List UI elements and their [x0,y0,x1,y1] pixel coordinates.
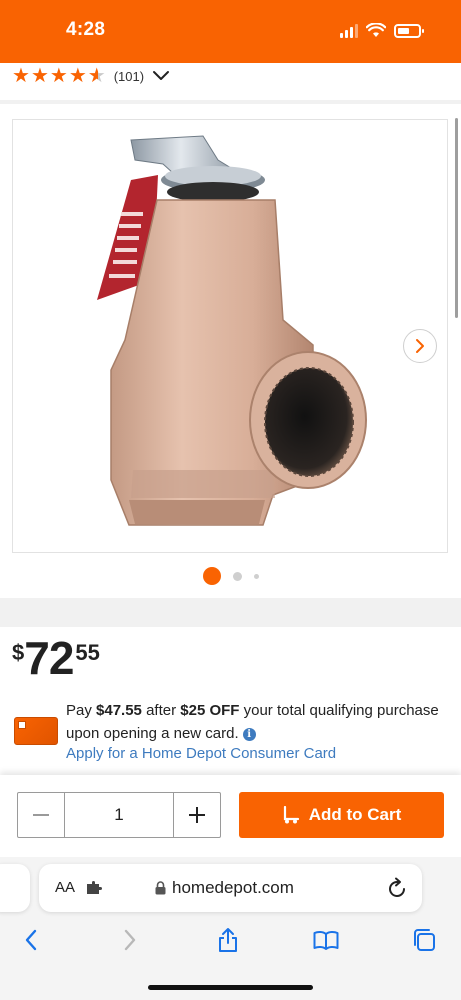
price-dollars: 72 [24,632,74,684]
dolly-icon [283,806,299,824]
back-button[interactable] [9,918,53,962]
price-cents: 55 [75,640,100,665]
lock-icon [155,881,166,895]
carousel-dot[interactable] [253,573,259,579]
promo-discount: $25 OFF [180,702,240,719]
promo-amount: $47.55 [96,702,142,719]
browser-toolbar [0,918,461,962]
url-display[interactable]: homedepot.com [155,878,294,898]
star-icon: ★ [49,65,68,87]
minus-icon [33,814,49,816]
url-text: homedepot.com [172,878,294,897]
home-depot-logo-icon [18,721,26,729]
home-indicator [148,985,313,990]
star-rating: ★ ★ ★ ★ ★ [12,66,106,86]
review-count[interactable]: (101) [114,69,144,84]
status-icons [340,23,424,38]
tabs-button[interactable] [402,918,446,962]
bookmarks-button[interactable] [304,918,348,962]
book-icon [313,930,339,950]
decrease-quantity-button[interactable] [18,793,64,837]
status-time: 4:28 [66,19,106,40]
quantity-input[interactable]: 1 [64,793,174,837]
chevron-down-icon[interactable] [152,70,170,82]
promo-text: Pay $47.55 after $25 OFF your total qual… [66,702,439,742]
info-icon[interactable]: i [242,728,256,741]
increase-quantity-button[interactable] [174,793,220,837]
credit-card-image [14,717,58,745]
product-image[interactable] [12,119,448,553]
back-chevron-icon [25,929,37,951]
add-to-cart-label: Add to Cart [308,805,402,824]
extension-icon[interactable] [86,881,102,895]
forward-button[interactable] [108,918,152,962]
share-button[interactable] [206,918,250,962]
add-to-cart-button[interactable]: Add to Cart [239,792,444,838]
forward-chevron-icon [124,929,136,951]
carousel-dot[interactable] [232,571,242,581]
apply-card-link[interactable]: Apply for a Home Depot Consumer Card [66,745,336,762]
battery-icon [394,23,424,38]
scroll-indicator [455,118,458,318]
star-icon: ★ [12,65,30,87]
tabs-icon [414,929,435,951]
carousel-dot-active[interactable] [202,567,221,585]
share-icon [219,928,237,952]
signal-icon [340,23,358,38]
star-icon: ★ [30,65,49,87]
plus-icon [189,807,205,823]
quantity-stepper: 1 [17,792,221,838]
reload-icon[interactable] [388,877,408,899]
wifi-icon [366,23,386,37]
star-icon: ★ [68,65,87,87]
price-currency: $ [12,640,25,665]
product-price: $ 72 55 [12,634,100,682]
status-bar: 4:28 [0,0,461,63]
chevron-right-icon [416,339,424,353]
next-image-button[interactable] [403,329,437,363]
rating-row[interactable]: ★ ★ ★ ★ ★ (101) [12,64,170,88]
reader-options-button[interactable]: AA [55,879,75,896]
previous-tab-peek[interactable] [0,864,30,912]
carousel-dots [0,566,461,586]
half-star-icon: ★ [87,65,106,87]
relief-valve-illustration [97,135,367,526]
